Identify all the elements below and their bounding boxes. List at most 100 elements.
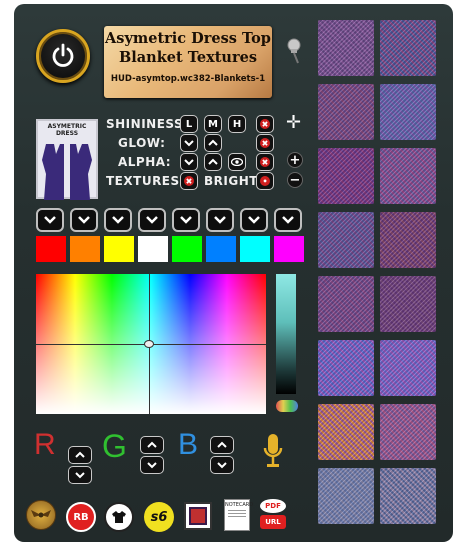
green-down-button[interactable] xyxy=(140,456,164,474)
tshirt-icon[interactable] xyxy=(104,502,134,532)
chevron-down-icon xyxy=(75,472,85,479)
texture-swatch[interactable] xyxy=(318,340,374,396)
texture-swatch[interactable] xyxy=(380,84,436,140)
red-down-button[interactable] xyxy=(68,466,92,484)
green-letter: G xyxy=(102,428,127,465)
power-icon xyxy=(52,43,74,67)
swatch-apply-button[interactable] xyxy=(206,208,234,232)
texture-swatch[interactable] xyxy=(380,212,436,268)
green-label: G xyxy=(102,428,127,464)
blue-down-button[interactable] xyxy=(210,456,234,474)
dot-icon: • xyxy=(262,176,268,186)
color-swatch[interactable] xyxy=(104,236,134,262)
s6-text: s6 xyxy=(150,509,168,525)
color-swatch[interactable] xyxy=(274,236,304,262)
chevron-down-icon xyxy=(44,216,56,224)
texture-swatch[interactable] xyxy=(380,276,436,332)
alpha-label: ALPHA: xyxy=(118,155,172,169)
shininess-off-button[interactable]: ✖ xyxy=(256,115,274,133)
color-swatch[interactable] xyxy=(36,236,66,262)
minus-icon[interactable]: − xyxy=(287,172,303,188)
logo-wings-icon[interactable] xyxy=(26,500,56,530)
picker-handle[interactable] xyxy=(144,340,154,348)
textures-label: TEXTURES: xyxy=(106,174,185,188)
pdf-url-icon[interactable]: PDF URL xyxy=(260,499,286,531)
dress-image xyxy=(42,144,92,200)
texture-swatch[interactable] xyxy=(318,276,374,332)
glow-down-button[interactable] xyxy=(180,134,198,152)
red-letter: R xyxy=(34,428,56,462)
alpha-off-button[interactable]: ✖ xyxy=(256,153,274,171)
color-swatch[interactable] xyxy=(240,236,270,262)
image-thumb xyxy=(189,507,207,525)
green-up-button[interactable] xyxy=(140,436,164,454)
swatch-apply-button[interactable] xyxy=(70,208,98,232)
hud-panel: Asymetric Dress Top Blanket Textures HUD… xyxy=(14,4,453,542)
red-up-button[interactable] xyxy=(68,446,92,464)
image-icon[interactable] xyxy=(184,502,212,530)
preview-label: ASYMETRIC DRESS xyxy=(47,123,87,137)
rb-icon[interactable]: RB xyxy=(66,502,96,532)
chevron-down-icon xyxy=(78,216,90,224)
alpha-up-button[interactable] xyxy=(204,153,222,171)
alpha-eye-button[interactable] xyxy=(228,153,246,171)
glow-up-button[interactable] xyxy=(204,134,222,152)
blue-up-button[interactable] xyxy=(210,436,234,454)
power-button[interactable] xyxy=(36,29,90,83)
texture-swatch[interactable] xyxy=(380,340,436,396)
chevron-down-icon xyxy=(282,216,294,224)
texture-swatch[interactable] xyxy=(380,148,436,204)
texture-swatch[interactable] xyxy=(318,468,374,524)
x-icon: ✖ xyxy=(185,176,193,186)
rainbow-toggle[interactable] xyxy=(276,400,298,412)
swatch-apply-button[interactable] xyxy=(104,208,132,232)
pdf-text: PDF xyxy=(260,499,286,513)
shininess-low-button[interactable]: L xyxy=(180,115,198,133)
title-line-3: HUD-asymtop.wc382-Blankets-1 xyxy=(110,74,266,84)
tshirt-glyph-icon xyxy=(112,511,126,523)
pushpin-icon[interactable] xyxy=(284,38,304,64)
texture-swatch[interactable] xyxy=(318,84,374,140)
title-line-2: Blanket Textures xyxy=(119,49,257,66)
chevron-up-icon xyxy=(147,441,157,448)
swatch-apply-button[interactable] xyxy=(36,208,64,232)
s6-icon[interactable]: s6 xyxy=(144,502,174,532)
chevron-down-icon xyxy=(146,216,158,224)
microphone-icon[interactable] xyxy=(262,432,284,472)
texture-swatch[interactable] xyxy=(380,20,436,76)
color-picker[interactable] xyxy=(36,274,266,414)
dress-preview: ASYMETRIC DRESS xyxy=(36,119,98,200)
texture-swatch[interactable] xyxy=(318,404,374,460)
swatch-apply-button[interactable] xyxy=(138,208,166,232)
alpha-down-button[interactable] xyxy=(180,153,198,171)
eye-icon xyxy=(231,158,243,166)
shininess-high-button[interactable]: H xyxy=(228,115,246,133)
texture-swatch[interactable] xyxy=(380,404,436,460)
wings-icon xyxy=(31,510,51,518)
texture-swatch[interactable] xyxy=(318,212,374,268)
swatch-apply-button[interactable] xyxy=(274,208,302,232)
glow-label: GLOW: xyxy=(118,136,166,150)
swatch-apply-button[interactable] xyxy=(240,208,268,232)
color-swatch[interactable] xyxy=(206,236,236,262)
x-icon: ✖ xyxy=(261,138,269,148)
bright-toggle-button[interactable]: • xyxy=(256,172,274,190)
texture-swatch[interactable] xyxy=(380,468,436,524)
textures-off-button[interactable]: ✖ xyxy=(180,172,198,190)
plus-icon[interactable]: + xyxy=(287,152,303,168)
color-swatch[interactable] xyxy=(138,236,168,262)
move-icon[interactable]: ✛ xyxy=(286,112,301,133)
color-swatch[interactable] xyxy=(172,236,202,262)
brightness-slider[interactable] xyxy=(276,274,296,394)
shininess-medium-button[interactable]: M xyxy=(204,115,222,133)
swatch-apply-button[interactable] xyxy=(172,208,200,232)
notecard-text: NOTECARD xyxy=(225,502,254,508)
chevron-down-icon xyxy=(217,462,227,469)
texture-swatch[interactable] xyxy=(318,148,374,204)
chevron-up-icon xyxy=(208,158,218,165)
chevron-down-icon xyxy=(184,140,194,147)
color-swatch[interactable] xyxy=(70,236,100,262)
notecard-icon[interactable]: NOTECARD xyxy=(224,499,254,531)
texture-swatch[interactable] xyxy=(318,20,374,76)
glow-off-button[interactable]: ✖ xyxy=(256,134,274,152)
